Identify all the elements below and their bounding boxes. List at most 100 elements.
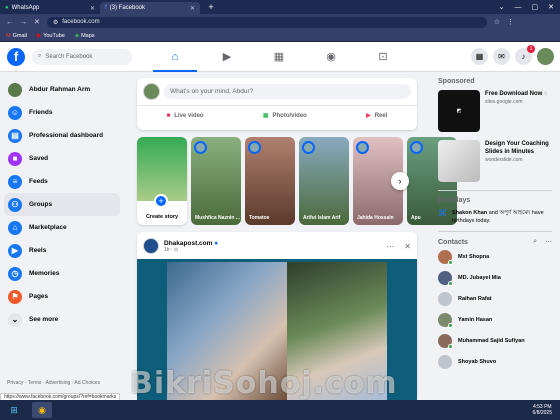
- sidebar-item-saved[interactable]: ■ Saved: [0, 147, 130, 170]
- sponsored-ad[interactable]: ◩ Free Download Now ◌ sites.google.com: [438, 90, 552, 132]
- youtube-icon: ▶: [36, 32, 42, 39]
- create-story-label: Create story: [145, 214, 179, 220]
- home-icon: ⌂: [171, 50, 179, 63]
- memories-icon: ◷: [8, 266, 22, 281]
- home-tab[interactable]: ⌂: [149, 42, 201, 72]
- close-tab-icon[interactable]: ✕: [190, 5, 195, 12]
- tab-facebook[interactable]: f (3) Facebook ✕: [100, 2, 200, 14]
- tab-whatsapp[interactable]: ● WhatsApp ✕: [0, 2, 100, 14]
- system-clock[interactable]: 4:53 PM 6/8/2025: [533, 404, 560, 416]
- reel-button[interactable]: ▶ Reel: [366, 112, 387, 120]
- messenger-button[interactable]: ✉: [493, 48, 510, 65]
- left-sidebar: Abdur Rahman Arm ☺ Friends ▤ Professional …: [0, 72, 130, 400]
- menu-icon[interactable]: ⋮: [507, 18, 514, 26]
- more-options-icon[interactable]: ⋯: [545, 238, 552, 246]
- footer-links[interactable]: Privacy · Terms · Advertising · Ad Choic…: [7, 380, 100, 386]
- online-status-icon: [448, 280, 453, 286]
- bookmark-maps[interactable]: ◆ Maps: [75, 33, 95, 39]
- facebook-favicon-icon: f: [105, 5, 107, 11]
- avatar: [438, 291, 452, 306]
- avatar: [438, 333, 453, 349]
- reels-icon: ▶: [8, 243, 22, 258]
- sponsored-ad[interactable]: Design Your Coaching Slides in Minutes wo…: [438, 140, 552, 182]
- contact-item[interactable]: Shoyab Shuvo: [438, 351, 552, 372]
- sidebar-item-profile[interactable]: Abdur Rahman Arm: [0, 78, 130, 101]
- menu-grid-button[interactable]: ▦: [471, 48, 488, 65]
- create-story-card[interactable]: + Create story: [137, 137, 187, 225]
- contact-item[interactable]: Yamin Hasan: [438, 309, 552, 330]
- windows-taskbar: ⊞ ◉ 4:53 PM 6/8/2025: [0, 400, 560, 420]
- sidebar-item-reels[interactable]: ▶ Reels: [0, 239, 130, 262]
- new-tab-button[interactable]: +: [206, 2, 216, 12]
- live-video-button[interactable]: ■ Live video: [167, 112, 204, 119]
- story-card[interactable]: Tomatoe: [245, 137, 295, 225]
- bookmark-gmail[interactable]: M Gmail: [6, 33, 27, 39]
- verified-icon: ●: [214, 239, 219, 247]
- url-field[interactable]: ⚙ facebook.com: [46, 16, 487, 28]
- extensions-icon[interactable]: ☆: [494, 18, 500, 26]
- sidebar-item-friends[interactable]: ☺ Friends: [0, 101, 130, 124]
- gaming-tab[interactable]: ⊡: [357, 42, 409, 72]
- sidebar-item-pages[interactable]: ⚑ Pages: [0, 285, 130, 308]
- avatar: [302, 141, 315, 154]
- gift-icon: ⌘: [438, 208, 447, 218]
- video-tab[interactable]: ▶: [201, 42, 253, 72]
- search-icon[interactable]: ⌕: [533, 238, 537, 246]
- avatar[interactable]: [143, 83, 160, 100]
- maximize-icon[interactable]: ▢: [532, 3, 539, 11]
- close-icon[interactable]: ✕: [404, 242, 411, 251]
- marketplace-icon: ⌂: [8, 220, 22, 235]
- stories-next-button[interactable]: ›: [391, 172, 409, 190]
- sidebar-item-dashboard[interactable]: ▤ Professional dashboard: [0, 124, 130, 147]
- stories-tray: + Create story Mushfica Naznin ... Tomat…: [137, 137, 457, 225]
- page-avatar[interactable]: [143, 238, 159, 254]
- bell-icon: ♪: [521, 52, 526, 61]
- back-icon[interactable]: ←: [6, 19, 13, 26]
- photo-video-button[interactable]: ▣ Photo/video: [262, 112, 307, 120]
- post-author[interactable]: Dhakapost.com ●: [164, 240, 218, 247]
- bookmark-icon: ■: [8, 151, 22, 166]
- contacts-heading: Contacts: [438, 238, 468, 246]
- close-window-icon[interactable]: ✕: [548, 3, 554, 11]
- main-nav-tabs: ⌂ ▶ ▦ ◉ ⊡: [149, 42, 409, 72]
- minimize-icon[interactable]: —: [515, 4, 522, 11]
- search-input[interactable]: ⌕ Search Facebook: [32, 48, 132, 65]
- online-status-icon: [448, 343, 453, 349]
- photo-icon: ▣: [262, 113, 269, 119]
- contact-item[interactable]: Mst Shopna: [438, 246, 552, 267]
- facebook-logo[interactable]: f: [7, 47, 25, 66]
- sidebar-item-groups[interactable]: ⚇ Groups: [4, 193, 120, 216]
- contact-item[interactable]: MD. Jubayel Mia: [438, 267, 552, 288]
- contact-item[interactable]: Raihan Rafat: [438, 288, 552, 309]
- groups-tab[interactable]: ◉: [305, 42, 357, 72]
- ad-image: [438, 140, 480, 182]
- birthday-notice[interactable]: ⌘ Shakon Khan and অপুর্ণ আহমেদ have birt…: [438, 209, 552, 225]
- status-input[interactable]: What's on your mind, Abdur?: [164, 84, 411, 99]
- story-card[interactable]: Mushfica Naznin ...: [191, 137, 241, 225]
- profile-icon[interactable]: ⌄: [499, 3, 505, 11]
- stop-icon[interactable]: ✕: [34, 18, 40, 26]
- start-button[interactable]: ⊞: [4, 402, 24, 418]
- sidebar-item-see-more[interactable]: ⌄ See more: [0, 308, 130, 331]
- avatar: [248, 141, 261, 154]
- sponsored-heading: Sponsored: [438, 78, 475, 85]
- contact-item[interactable]: Muhammad Sajid Sufiyan: [438, 330, 552, 351]
- gaming-icon: ⊡: [378, 51, 388, 63]
- flag-icon: ⚑: [8, 289, 22, 304]
- birthdays-heading: Birthdays: [438, 197, 471, 204]
- site-info-icon[interactable]: ⚙: [53, 19, 58, 26]
- forward-icon[interactable]: →: [20, 19, 27, 26]
- chrome-icon: ◉: [38, 404, 46, 415]
- marketplace-tab[interactable]: ▦: [253, 42, 305, 72]
- story-card[interactable]: Arifut Islam Arif: [299, 137, 349, 225]
- notifications-button[interactable]: ♪ 1: [515, 45, 535, 65]
- divider: [438, 231, 552, 232]
- close-tab-icon[interactable]: ✕: [90, 5, 95, 12]
- chrome-taskbar-button[interactable]: ◉: [32, 402, 52, 418]
- profile-avatar-button[interactable]: [537, 48, 554, 65]
- bookmark-youtube[interactable]: ▶ YouTube: [37, 33, 65, 39]
- more-options-icon[interactable]: ⋯: [386, 242, 394, 251]
- sidebar-item-feeds[interactable]: ≡ Feeds: [0, 170, 130, 193]
- sidebar-item-memories[interactable]: ◷ Memories: [0, 262, 130, 285]
- sidebar-item-marketplace[interactable]: ⌂ Marketplace: [0, 216, 130, 239]
